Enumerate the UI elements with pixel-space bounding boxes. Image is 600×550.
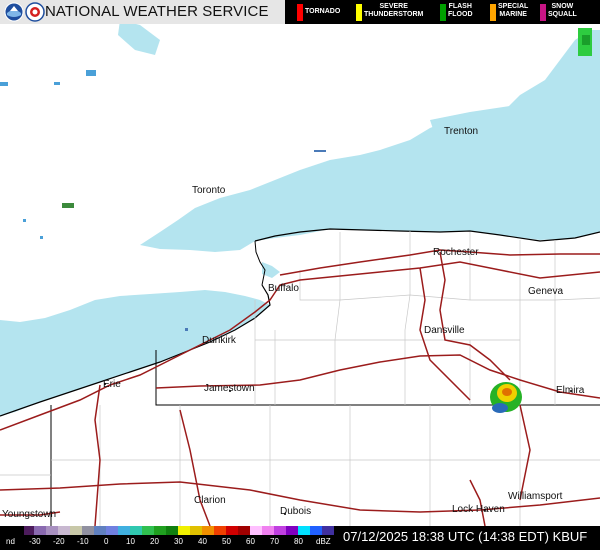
scale-label: 40 [198, 537, 207, 546]
city-lock-haven: Lock Haven [452, 504, 505, 515]
warning-legend: TORNADO SEVERE THUNDERSTORM FLASH FLOOD SP… [285, 0, 600, 24]
scale-label: 20 [150, 537, 159, 546]
radar-map [0, 20, 600, 529]
scale-label: 0 [104, 537, 109, 546]
city-dunkirk: Dunkirk [202, 335, 236, 346]
city-toronto: Toronto [192, 185, 226, 196]
scale-label: 60 [246, 537, 255, 546]
ny-pa-border [155, 350, 600, 406]
nws-title: NATIONAL WEATHER SERVICE [45, 3, 269, 20]
scale-label: 30 [174, 537, 183, 546]
tornado-label: TORNADO [305, 8, 341, 15]
city-buffalo: Buffalo [268, 283, 299, 294]
city-dubois: Dubois [280, 506, 312, 517]
city-dansville: Dansville [424, 325, 465, 336]
station-id: KBUF [552, 529, 588, 544]
lake-fragment [118, 20, 160, 55]
timestamp: 07/12/2025 18:38 UTC (14:38 EDT) KBUF [343, 529, 587, 544]
scale-label: -30 [29, 537, 41, 546]
special-marine-swatch [490, 4, 496, 21]
scale-label: dBZ [316, 537, 331, 546]
city-clarion: Clarion [194, 495, 226, 506]
header-bar: NATIONAL WEATHER SERVICE TORNADO SEVERE T… [0, 0, 600, 24]
flash-flood-label: FLASH FLOOD [448, 3, 473, 18]
snow-squall-label: SNOW SQUALL [548, 3, 577, 18]
storm-cell [490, 382, 522, 413]
timestamp-text: 07/12/2025 18:38 UTC (14:38 EDT) [343, 529, 549, 544]
scale-label: 80 [294, 537, 303, 546]
scale-label: 70 [270, 537, 279, 546]
severe-thunderstorm-label: SEVERE THUNDERSTORM [364, 3, 424, 18]
city-geneva: Geneva [528, 286, 564, 297]
nws-logo [25, 2, 45, 22]
scale-label: -20 [53, 537, 65, 546]
snow-squall-swatch [540, 4, 546, 21]
city-williamsport: Williamsport [508, 491, 563, 502]
city-jamestown: Jamestown [204, 383, 255, 394]
scale-label: 50 [222, 537, 231, 546]
special-marine-label: SPECIAL MARINE [498, 3, 529, 18]
noaa-logo [4, 2, 24, 22]
lake-erie [0, 290, 270, 416]
flash-flood-swatch [440, 4, 446, 21]
city-trenton: Trenton [444, 126, 479, 137]
lake-ontario [140, 30, 600, 252]
scale-label: nd [6, 537, 15, 546]
scale-label: -10 [77, 537, 89, 546]
reflectivity-scale [0, 526, 334, 535]
city-erie: Erie [103, 379, 121, 390]
scale-label: 10 [126, 537, 135, 546]
severe-thunderstorm-swatch [356, 4, 362, 21]
tornado-swatch [297, 4, 303, 21]
city-rochester: Rochester [433, 247, 479, 258]
city-youngstown: Youngstown [2, 509, 57, 520]
city-elmira: Elmira [556, 385, 585, 396]
